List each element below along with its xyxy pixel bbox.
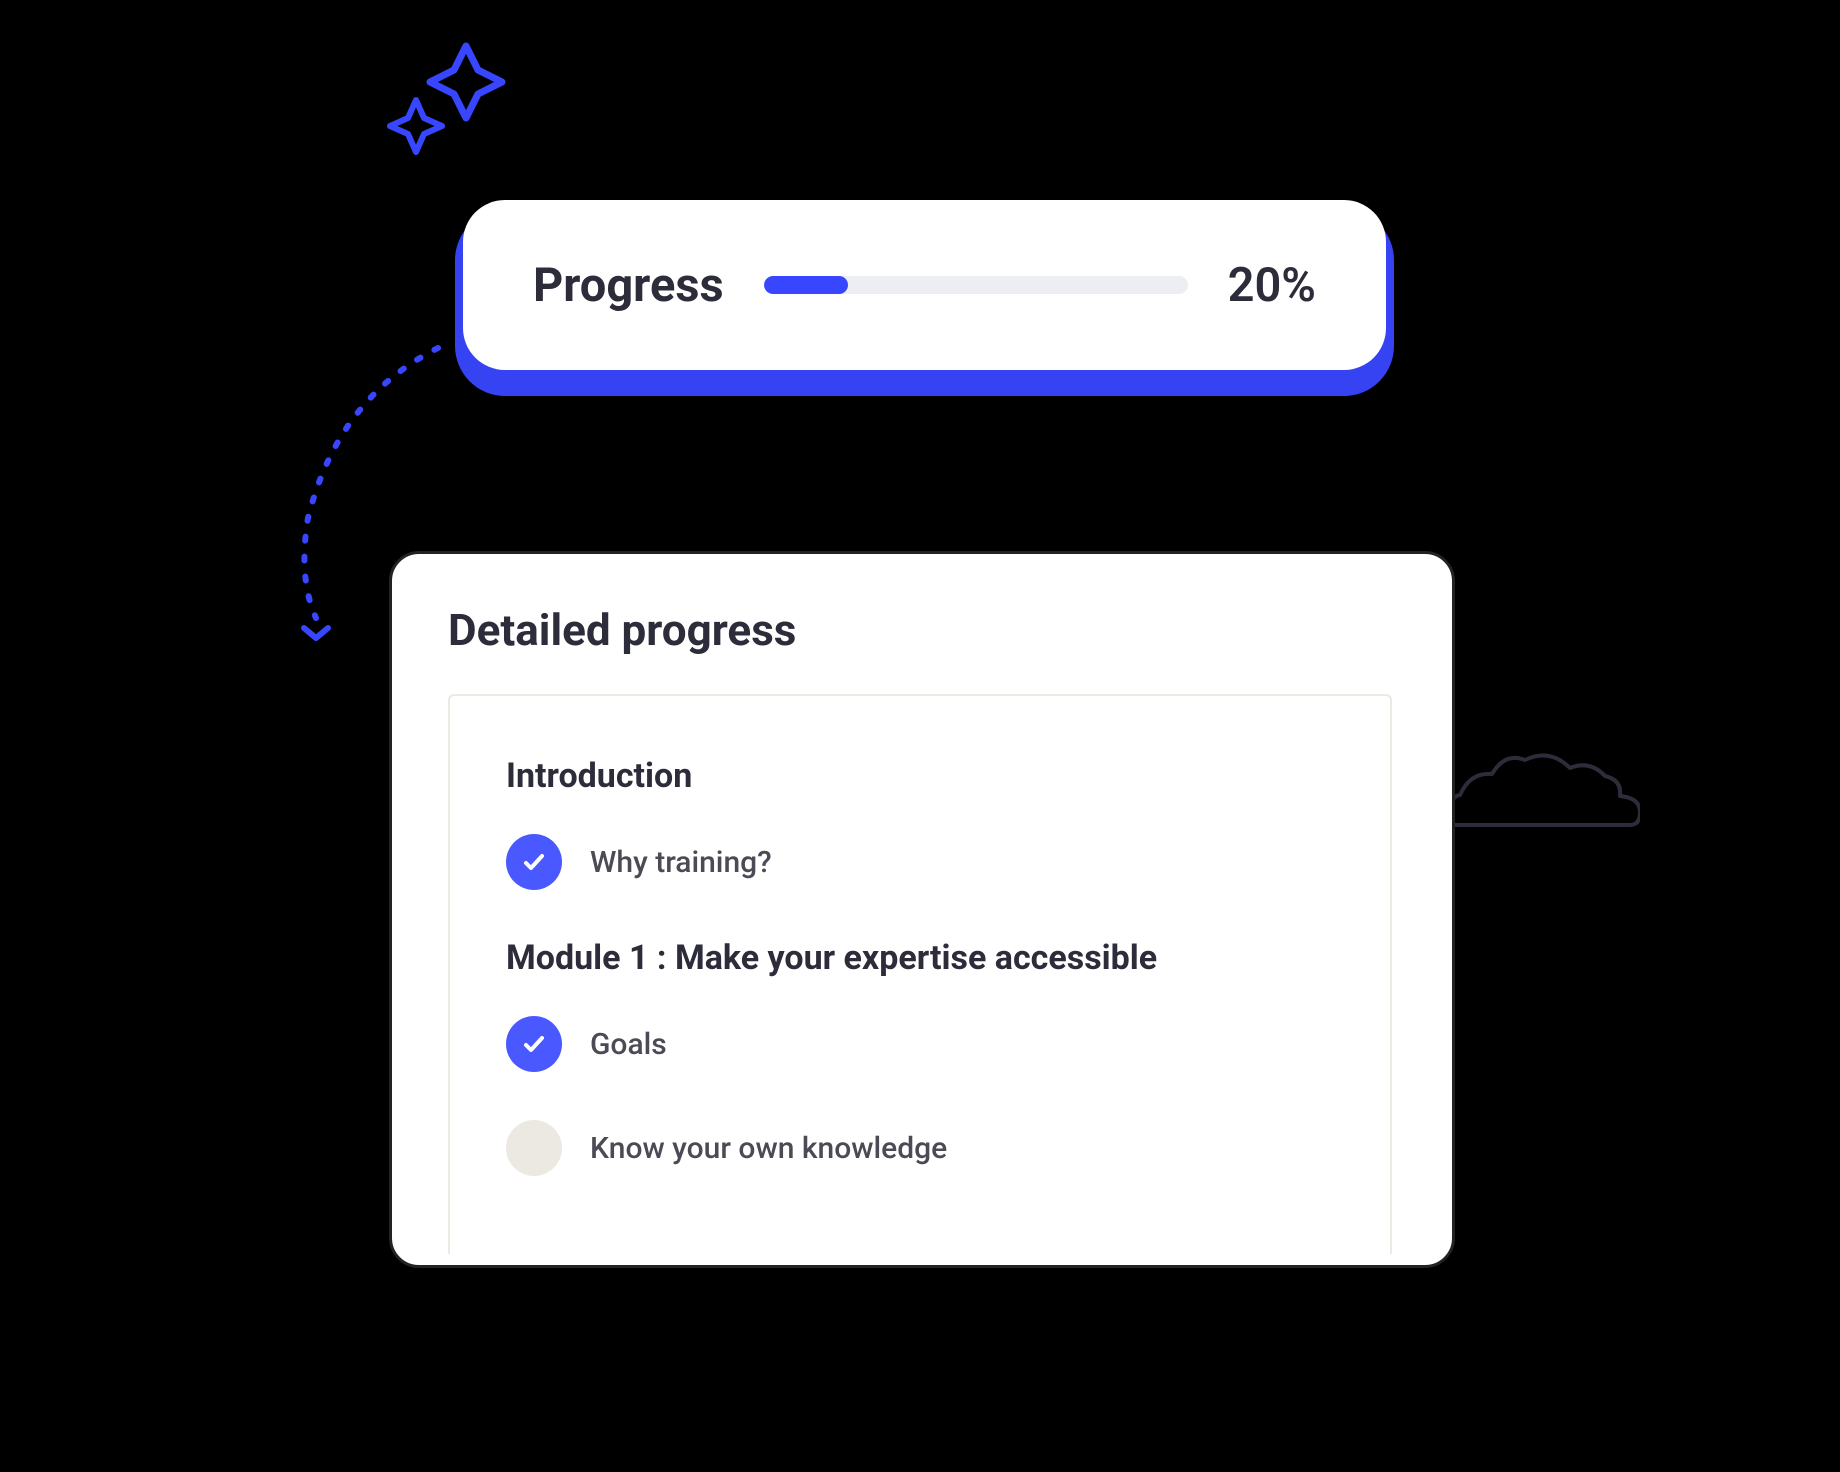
circle-empty-icon [506, 1120, 562, 1176]
item-label: Know your own knowledge [590, 1131, 947, 1166]
list-item[interactable]: Know your own knowledge [506, 1120, 1334, 1176]
list-item[interactable]: Goals [506, 1016, 1334, 1072]
item-label: Why training? [590, 845, 772, 880]
progress-bar-fill [764, 276, 849, 294]
progress-label: Progress [533, 258, 724, 313]
section-title: Module 1 : Make your expertise accessibl… [506, 938, 1334, 978]
progress-percent: 20% [1228, 258, 1316, 313]
detail-list: Introduction Why training? Module 1 : Ma… [448, 694, 1392, 1254]
check-icon [506, 834, 562, 890]
section-title: Introduction [506, 756, 1334, 796]
list-item[interactable]: Why training? [506, 834, 1334, 890]
check-icon [506, 1016, 562, 1072]
progress-bar [764, 276, 1188, 294]
progress-card: Progress 20% [463, 200, 1386, 370]
cloud-icon [1440, 740, 1640, 844]
detail-title: Detailed progress [448, 604, 1392, 656]
sparkle-icons [386, 40, 526, 184]
item-label: Goals [590, 1027, 667, 1062]
detail-card: Detailed progress Introduction Why train… [389, 551, 1455, 1268]
